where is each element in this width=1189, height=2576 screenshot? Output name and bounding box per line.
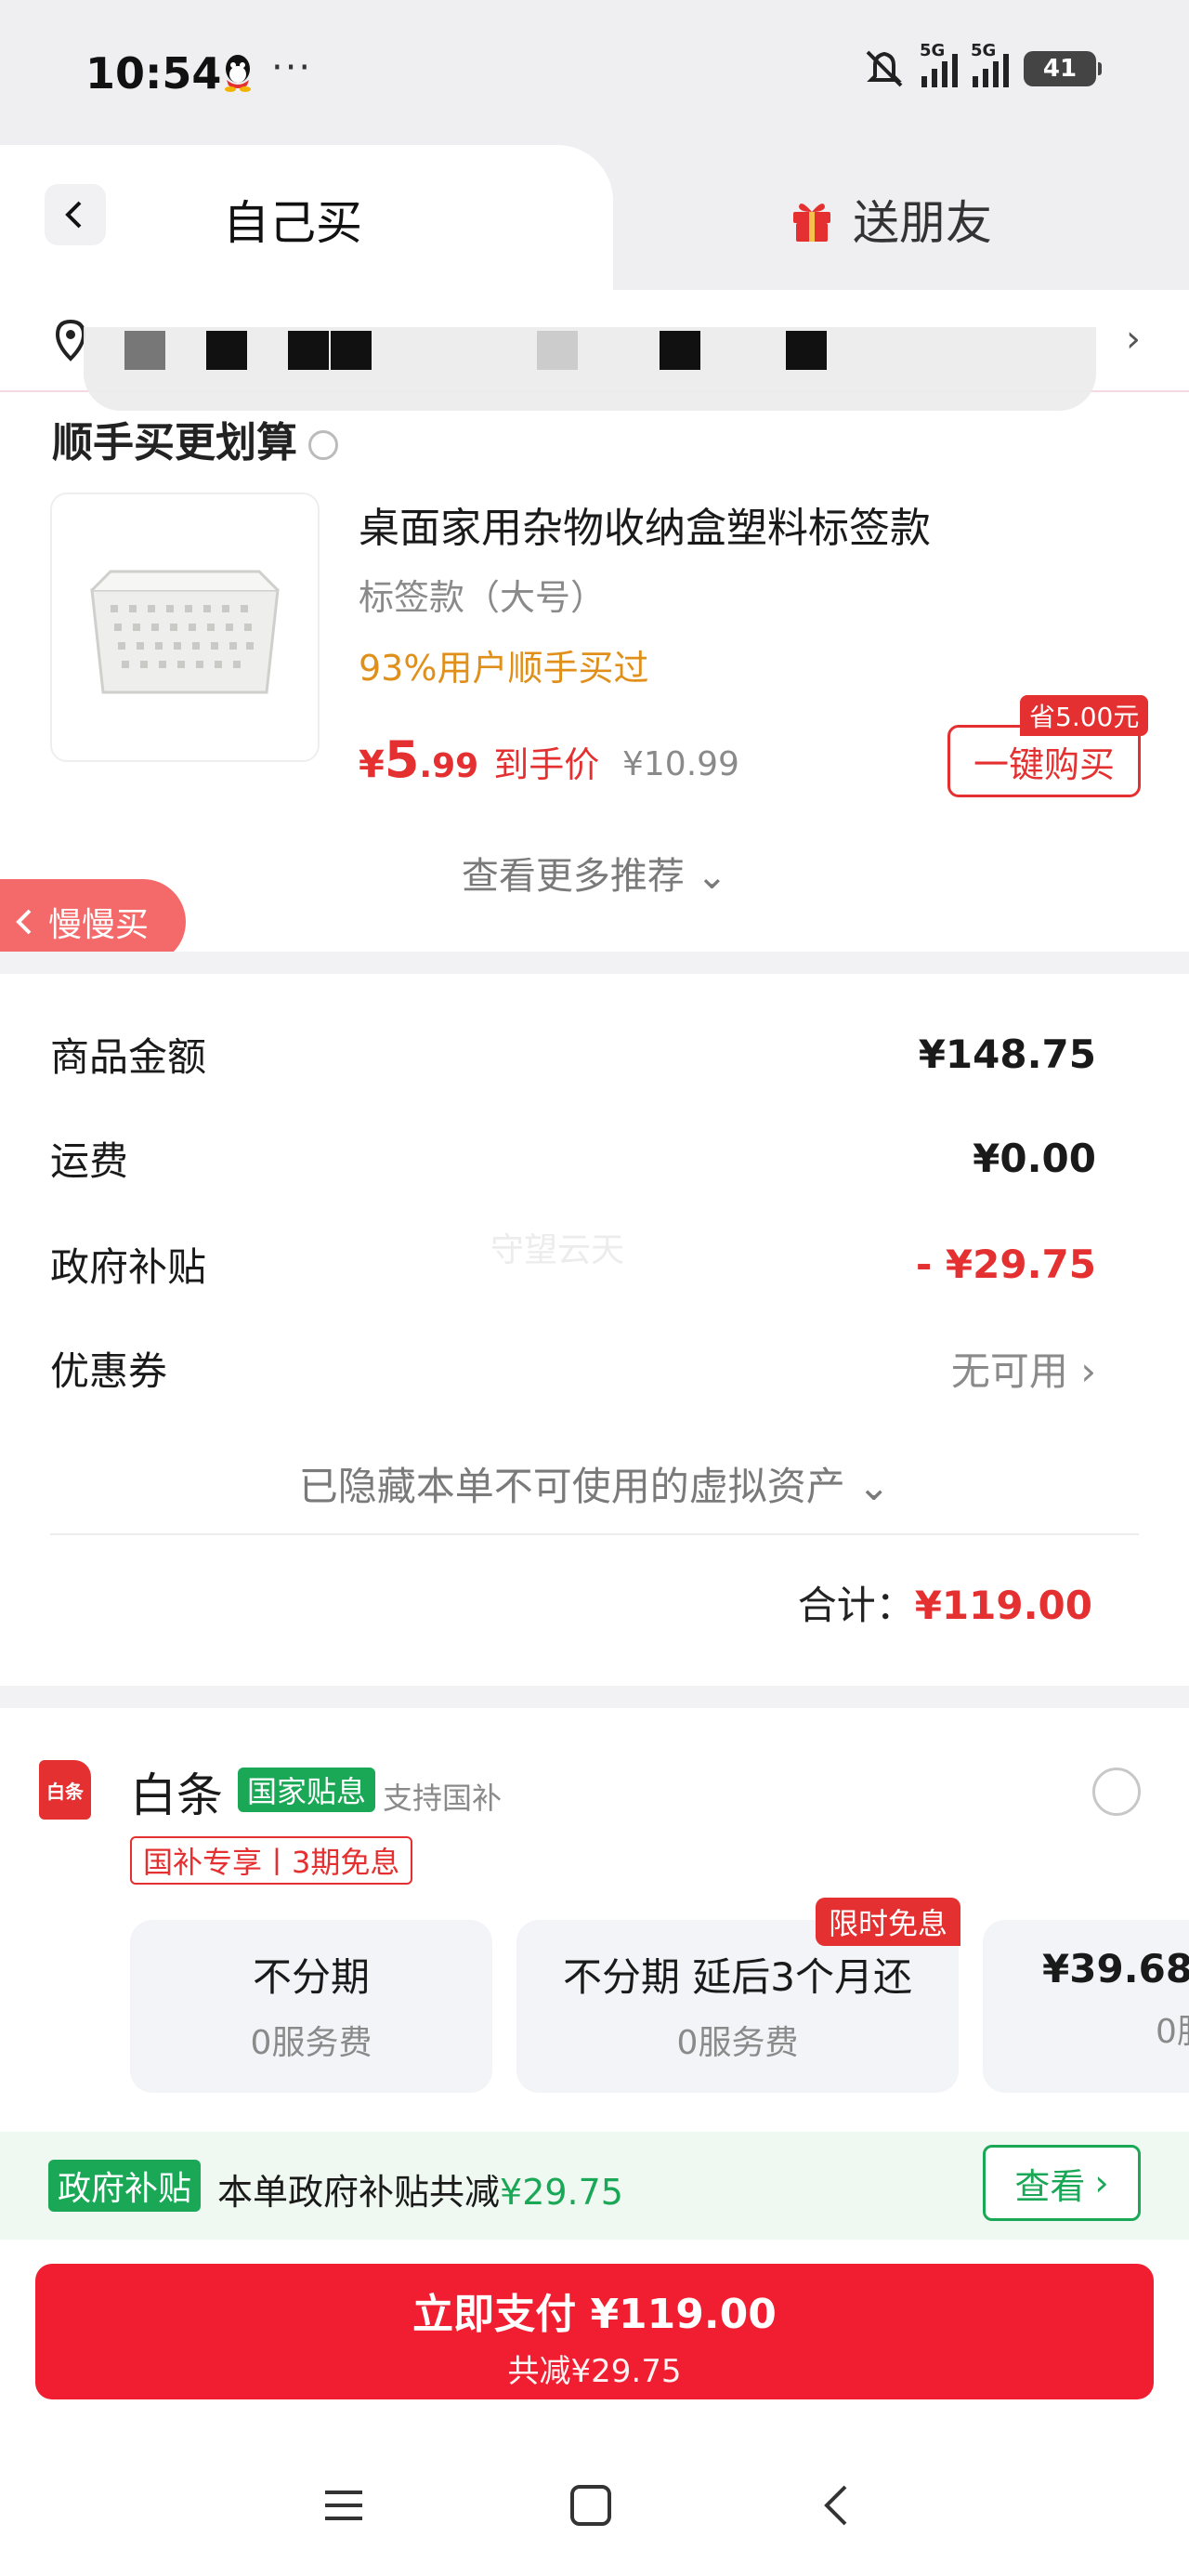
gov-subsidy-value: - ¥29.75	[915, 1242, 1096, 1287]
original-price: ¥10.99	[622, 745, 739, 783]
battery-icon: 41	[1024, 51, 1102, 86]
gov-subsidy-tag: 政府补贴	[48, 2160, 202, 2212]
installment-fee: 0服务费	[250, 2024, 372, 2062]
chevron-right-icon: ›	[1126, 318, 1141, 361]
goods-amount-row: 商品金额 ¥148.75	[50, 1026, 1096, 1083]
help-icon[interactable]	[308, 430, 338, 460]
gift-icon	[793, 204, 830, 242]
goods-amount-label: 商品金额	[50, 1034, 207, 1080]
installment-option[interactable]: 不分期 延后3个月还 0服务费 限时免息	[516, 1898, 960, 2093]
chevron-right-icon: ›	[1094, 2162, 1109, 2203]
product-spec: 标签款（大号）	[359, 577, 607, 618]
coupon-row[interactable]: 优惠券 无可用 ›	[50, 1340, 1096, 1397]
limited-free-interest-badge: 限时免息	[815, 1898, 960, 1946]
chevron-right-icon: ›	[1080, 1348, 1096, 1394]
product-name[interactable]: 桌面家用杂物收纳盒塑料标签款	[359, 494, 931, 554]
redaction-block	[660, 331, 700, 370]
baitiao-logo-icon: 白条	[39, 1760, 91, 1820]
installment-label: ¥39.68 x	[1042, 1946, 1189, 1991]
redaction-block	[206, 331, 247, 370]
buy-rate-label: 93%用户顺手买过	[359, 648, 649, 689]
redaction-block	[537, 331, 578, 370]
installment-option[interactable]: 不分期 0服务费	[130, 1920, 492, 2093]
tab-self-buy-label: 自己买	[223, 196, 362, 250]
installment-label: 不分期 延后3个月还	[562, 1954, 913, 2000]
redaction-block	[124, 331, 165, 370]
section-divider	[0, 952, 1189, 974]
coupon-value: 无可用 ›	[950, 1348, 1096, 1394]
installment-option[interactable]: ¥39.68 x 0服务费	[983, 1920, 1189, 2093]
more-recommendations-link[interactable]: 查看更多推荐 ⌄	[0, 846, 1189, 900]
gov-subsidy-row: 政府补贴 - ¥29.75	[50, 1236, 1096, 1293]
chevron-down-icon: ⌄	[857, 1464, 891, 1509]
view-subsidy-button[interactable]: 查看 ›	[983, 2145, 1141, 2221]
back-nav-icon[interactable]	[814, 2481, 862, 2530]
more-notifications-icon: ···	[271, 46, 313, 89]
storage-basket-image	[90, 570, 280, 694]
goods-amount-value: ¥148.75	[918, 1032, 1096, 1077]
installment-label: 不分期	[252, 1954, 370, 2000]
gov-subsidy-bar: 政府补贴 本单政府补贴共减¥29.75 查看 ›	[0, 2132, 1189, 2240]
payment-promo-tag: 国补专享丨3期免息	[130, 1836, 413, 1885]
product-price: ¥5.99 到手价	[359, 730, 600, 789]
home-icon[interactable]	[567, 2481, 615, 2530]
order-total: 合计：¥119.00	[797, 1583, 1092, 1628]
gov-subsidy-text: 本单政府补贴共减¥29.75	[217, 2172, 623, 2213]
pay-now-label: 立即支付 ¥119.00	[412, 2291, 777, 2338]
redaction-block	[786, 331, 827, 370]
save-badge: 省5.00元	[1020, 695, 1149, 736]
redaction-block	[331, 331, 372, 370]
qq-icon	[225, 55, 251, 92]
shipping-value: ¥0.00	[973, 1136, 1096, 1181]
tab-gift-label: 送朋友	[853, 196, 992, 250]
redaction-block	[288, 331, 329, 370]
gov-interest-tag: 国家贴息	[238, 1768, 376, 1812]
installment-fee: 0服务费	[676, 2024, 799, 2062]
chevron-down-icon: ⌄	[696, 855, 728, 898]
purchase-mode-tabs: 自己买 送朋友	[0, 145, 1189, 290]
mute-icon	[866, 50, 903, 87]
coupon-label: 优惠券	[50, 1348, 168, 1394]
status-bar: 10:54 ··· 5G 5G 41	[0, 0, 1189, 145]
back-button[interactable]	[45, 184, 106, 245]
pay-discount-label: 共减¥29.75	[507, 2353, 682, 2390]
payment-method-name[interactable]: 白条	[130, 1758, 223, 1825]
address-row[interactable]: ›	[0, 290, 1189, 411]
recommend-title: 顺手买更划算	[52, 409, 338, 468]
payment-radio[interactable]	[1092, 1768, 1141, 1816]
divider	[50, 1533, 1139, 1535]
chevron-left-icon	[16, 909, 32, 935]
menu-icon[interactable]	[320, 2481, 368, 2530]
signal-icon-2: 5G	[971, 41, 1009, 87]
tab-self-buy[interactable]: 自己买	[0, 145, 613, 290]
tab-gift-friend[interactable]: 送朋友	[788, 186, 992, 253]
signal-icon-1: 5G	[920, 41, 958, 87]
system-nav-bar	[0, 2431, 1189, 2576]
section-divider	[0, 1686, 1189, 1708]
status-time: 10:54	[85, 48, 222, 99]
status-icons: 5G 5G 41	[862, 41, 1102, 89]
payment-support-text: 支持国补	[383, 1781, 503, 1816]
shipping-row: 运费 ¥0.00	[50, 1130, 1096, 1187]
installment-fee: 0服务费	[1156, 2013, 1189, 2051]
shipping-label: 运费	[50, 1138, 129, 1184]
product-image[interactable]	[50, 493, 320, 762]
pay-now-button[interactable]: 立即支付 ¥119.00 共减¥29.75	[35, 2264, 1154, 2399]
gov-subsidy-label: 政府补贴	[50, 1244, 207, 1290]
chevron-left-icon	[65, 201, 82, 229]
hidden-assets-toggle[interactable]: 已隐藏本单不可使用的虚拟资产 ⌄	[0, 1455, 1189, 1512]
